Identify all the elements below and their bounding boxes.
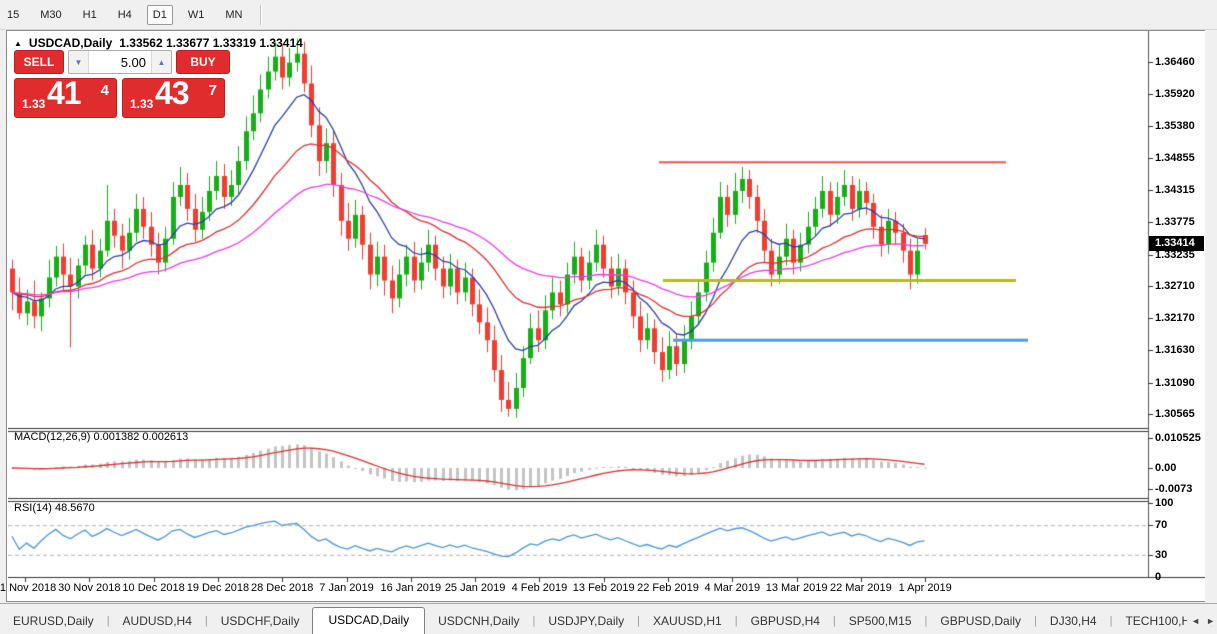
price-axis-label: 1.32170: [1155, 312, 1195, 324]
chart-tab-xauusd[interactable]: XAUUSD,H1: [640, 609, 735, 634]
date-axis-label: 28 Dec 2018: [251, 582, 313, 594]
collapse-icon[interactable]: ▲: [14, 39, 22, 48]
toolbar-separator: [260, 5, 262, 25]
date-axis-label: 22 Feb 2019: [637, 582, 699, 594]
date-axis-label: 22 Mar 2019: [830, 582, 892, 594]
chart-tab-eurusd[interactable]: EURUSD,Daily: [0, 609, 107, 634]
chart-tab-dj30[interactable]: DJ30,H4: [1037, 609, 1110, 634]
rsi-axis-label: 0: [1155, 571, 1161, 583]
rsi-axis-label: 30: [1155, 549, 1167, 561]
macd-indicator-label: MACD(12,26,9) 0.001382 0.002613: [14, 431, 188, 443]
price-axis-label: 1.32710: [1155, 280, 1195, 292]
price-axis-label: 1.34855: [1155, 152, 1195, 164]
chevron-up-icon: ▲: [158, 58, 166, 67]
chart-tab-gbpusd[interactable]: GBPUSD,Daily: [927, 609, 1034, 634]
sell-price-big: 41: [47, 75, 81, 112]
chart-tab-bar: EURUSD,Daily|AUDUSD,H4|USDCHF,DailyUSDCA…: [0, 603, 1217, 634]
date-axis-label: 13 Feb 2019: [573, 582, 635, 594]
chart-tab-gbpusd[interactable]: GBPUSD,H4: [738, 609, 833, 634]
sell-price-base: 1.33: [22, 97, 45, 111]
chart-tab-audusd[interactable]: AUDUSD,H4: [110, 609, 205, 634]
one-click-trade-panel: SELL ▼ ▲ BUY 1.33 41 4 1.33 43 7: [14, 50, 230, 118]
sell-button[interactable]: SELL: [14, 50, 64, 74]
chart-tab-usdjpy[interactable]: USDJPY,Daily: [535, 609, 637, 634]
mt4-workspace: { "toolbar": { "timeframes": [ {"label":…: [0, 0, 1217, 633]
price-axis-label: 1.33775: [1155, 216, 1195, 228]
chart-title: ▲ USDCAD,Daily 1.33562 1.33677 1.33319 1…: [14, 36, 303, 50]
timeframe-button-d1[interactable]: D1: [147, 5, 173, 25]
current-price-badge: 1.33414: [1149, 236, 1204, 251]
macd-axis-label: 0.00: [1155, 462, 1176, 474]
buy-price-box[interactable]: 1.33 43 7: [122, 78, 225, 118]
timeframe-button-m30[interactable]: M30: [34, 5, 67, 25]
price-axis-label: 1.31090: [1155, 377, 1195, 389]
tab-scroll-left-icon[interactable]: ◄: [1191, 616, 1200, 626]
chart-symbol: USDCAD,Daily: [29, 36, 112, 50]
macd-axis-label: 0.010525: [1155, 432, 1201, 444]
rsi-axis-label: 100: [1155, 497, 1173, 509]
price-axis-label: 1.35920: [1155, 88, 1195, 100]
macd-axis-label: -0.0073: [1155, 483, 1192, 495]
price-axis-label: 1.34315: [1155, 184, 1195, 196]
date-axis-label: 4 Mar 2019: [704, 582, 760, 594]
price-axis-label: 1.36460: [1155, 56, 1195, 68]
date-axis-label: 10 Dec 2018: [122, 582, 184, 594]
buy-price-sup: 7: [209, 82, 217, 99]
chart-tab-usdchf[interactable]: USDCHF,Daily: [208, 609, 313, 634]
date-axis-label: 4 Feb 2019: [512, 582, 568, 594]
price-axis-label: 1.30565: [1155, 408, 1195, 420]
date-axis-label: 21 Nov 2018: [0, 582, 56, 594]
date-axis-label: 1 Apr 2019: [899, 582, 952, 594]
date-axis-label: 13 Mar 2019: [766, 582, 828, 594]
timeframe-button-w1[interactable]: W1: [182, 5, 211, 25]
tab-scroll-buttons: ◄ ►: [1187, 616, 1215, 626]
price-axis-label: 1.31630: [1155, 344, 1195, 356]
timeframe-toolbar: 15 M30 H1 H4 D1 W1 MN: [0, 0, 1217, 30]
timeframe-button-15[interactable]: 15: [1, 5, 25, 25]
chart-ohlc-quote: 1.33562 1.33677 1.33319 1.33414: [119, 36, 303, 50]
timeframe-button-h1[interactable]: H1: [77, 5, 103, 25]
price-axis-label: 1.35380: [1155, 120, 1195, 132]
date-axis-label: 25 Jan 2019: [445, 582, 506, 594]
tab-scroll-right-icon[interactable]: ►: [1206, 616, 1215, 626]
date-axis-label: 7 Jan 2019: [319, 582, 373, 594]
sell-price-box[interactable]: 1.33 41 4: [14, 78, 117, 118]
chart-tab-usdcnh[interactable]: USDCNH,Daily: [425, 609, 532, 634]
timeframe-button-mn[interactable]: MN: [219, 5, 248, 25]
timeframe-button-h4[interactable]: H4: [112, 5, 138, 25]
rsi-axis-label: 70: [1155, 519, 1167, 531]
chart-tab-sp500[interactable]: SP500,M15: [836, 609, 925, 634]
date-axis-label: 19 Dec 2018: [187, 582, 249, 594]
rsi-indicator-label: RSI(14) 48.5670: [14, 502, 95, 514]
volume-decrease-button[interactable]: ▼: [69, 51, 89, 73]
chevron-down-icon: ▼: [75, 58, 83, 67]
chart-tab-usdcad[interactable]: USDCAD,Daily: [312, 607, 425, 634]
sell-price-sup: 4: [101, 82, 109, 99]
volume-increase-button[interactable]: ▲: [151, 51, 171, 73]
volume-input[interactable]: [89, 51, 151, 73]
buy-button[interactable]: BUY: [176, 50, 230, 74]
date-axis-label: 16 Jan 2019: [381, 582, 442, 594]
date-axis-label: 30 Nov 2018: [58, 582, 120, 594]
volume-stepper: ▼ ▲: [68, 50, 172, 74]
buy-price-big: 43: [155, 75, 189, 112]
buy-price-base: 1.33: [130, 97, 153, 111]
